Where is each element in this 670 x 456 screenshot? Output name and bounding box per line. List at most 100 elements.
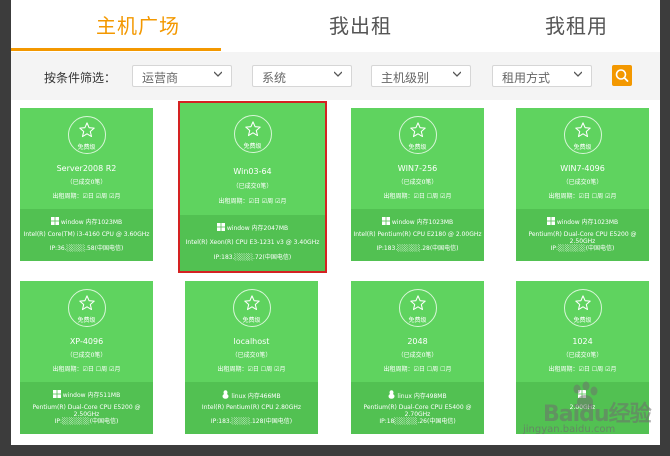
rented-count: （已成交0笔） xyxy=(231,352,272,359)
os-memory-text: linux 内存498MB xyxy=(397,393,447,400)
windows-icon xyxy=(381,217,390,225)
rented-count: （已成交0笔） xyxy=(397,352,438,359)
star-icon xyxy=(574,122,591,138)
chevron-down-icon xyxy=(574,71,582,77)
card-specs: window 内存2047MB Intel(R) Xeon(R) CPU E3-… xyxy=(180,215,325,271)
tier-badge-label: 免费级 xyxy=(77,317,96,324)
rented-count: （已成交0笔） xyxy=(66,352,107,359)
os-memory-text: linux 内存466MB xyxy=(231,393,281,400)
rent-mode-select-value: 租用方式 xyxy=(502,71,551,85)
carrier-select[interactable]: 运营商 xyxy=(132,65,232,87)
os-memory: window 内存1023MB xyxy=(20,217,153,226)
os-memory-text: window 内存511MB xyxy=(62,392,121,399)
os-memory: linux 内存498MB xyxy=(351,390,484,400)
chevron-down-icon xyxy=(453,71,461,77)
ip-address: IP:░░░░░░(中国电信) xyxy=(550,245,615,252)
rented-count: （已成交0笔） xyxy=(232,183,273,190)
card-header: 免费级 1024 （已成交0笔） 出租周期：☑日 ☐周 ☑月 xyxy=(516,281,649,382)
host-name: 2048 xyxy=(407,337,428,346)
cpu-info: Intel(R) Xeon(R) CPU E3-1231 v3 @ 3.40GH… xyxy=(185,239,320,246)
os-memory: window 内存2047MB xyxy=(180,223,325,232)
tier-badge-label: 免费级 xyxy=(408,144,427,151)
host-card[interactable]: 免费级 WIN7-256 （已成交0笔） 出租周期：☑日 ☐周 ☑月 windo… xyxy=(351,108,484,261)
ip-address: IP:183.░░░░.72(中国电信) xyxy=(213,254,292,261)
rent-period: 出租周期：☑日 ☐周 ☑月 xyxy=(383,193,452,200)
search-button[interactable] xyxy=(612,65,632,86)
tier-badge: 免费级 xyxy=(563,289,602,327)
rented-count: （已成交0笔） xyxy=(562,352,603,359)
tab-host-plaza[interactable]: 主机广场 xyxy=(96,10,180,39)
tab-my-rent-out[interactable]: 我出租 xyxy=(329,10,392,39)
card-specs: window 内存1023MB Pentium(R) Dual-Core CPU… xyxy=(516,209,649,261)
rented-count: （已成交0笔） xyxy=(66,179,107,186)
baidu-jingyan-watermark: Baidu经验 jingyan.baidu.com xyxy=(523,380,660,444)
card-specs: window 内存1023MB Intel(R) Pentium(R) CPU … xyxy=(351,209,484,261)
host-card[interactable]: 免费级 Server2008 R2 （已成交0笔） 出租周期：☑日 ☑周 ☑月 … xyxy=(20,108,153,261)
card-header: 免费级 localhost （已成交0笔） 出租周期：☑日 ☐周 ☑月 xyxy=(185,281,318,382)
ip-address: IP:18░░░░░.26(中国电信) xyxy=(379,418,456,425)
tier-badge-label: 免费级 xyxy=(573,317,592,324)
card-specs: window 内存1023MB Intel(R) Core(TM) i3-416… xyxy=(20,209,153,261)
tier-badge: 免费级 xyxy=(232,289,271,327)
rented-count: （已成交0笔） xyxy=(562,179,603,186)
star-icon xyxy=(243,295,260,311)
card-header: 免费级 Server2008 R2 （已成交0笔） 出租周期：☑日 ☑周 ☑月 xyxy=(20,108,153,209)
rent-period: 出租周期：☑日 ☐周 ☑月 xyxy=(548,193,617,200)
tier-badge-label: 免费级 xyxy=(243,143,262,150)
tier-badge-label: 免费级 xyxy=(77,144,96,151)
tier-badge: 免费级 xyxy=(398,289,437,327)
os-memory: window 内存511MB xyxy=(20,390,153,399)
rent-period: 出租周期：☑日 ☐周 ☑月 xyxy=(217,366,286,373)
rent-period: 出租周期：☑日 ☐周 ☑月 xyxy=(52,366,121,373)
watermark-url: jingyan.baidu.com xyxy=(523,424,616,435)
os-memory: linux 内存466MB xyxy=(185,390,318,400)
star-icon xyxy=(574,295,591,311)
host-name: XP-4096 xyxy=(69,337,104,346)
card-specs: linux 内存466MB Intel(R) Pentium(R) CPU 2.… xyxy=(185,382,318,434)
host-card[interactable]: 免费级 XP-4096 （已成交0笔） 出租周期：☑日 ☐周 ☑月 window… xyxy=(20,281,153,434)
filter-label: 按条件筛选： xyxy=(44,71,117,85)
tier-badge: 免费级 xyxy=(563,116,602,154)
system-select-value: 系统 xyxy=(262,71,287,85)
cpu-info: Intel(R) Pentium(R) CPU E2180 @ 2.00GHz xyxy=(353,231,482,238)
host-name: 1024 xyxy=(572,337,593,346)
rent-mode-select[interactable]: 租用方式 xyxy=(492,65,592,87)
host-card[interactable]: 免费级 WIN7-4096 （已成交0笔） 出租周期：☑日 ☐周 ☑月 wind… xyxy=(516,108,649,261)
host-card-selected[interactable]: 免费级 Win03-64 （已成交0笔） 出租周期：☑日 ☑周 ☑月 windo… xyxy=(178,101,327,273)
ip-address: IP:░░░░░░(中国电信) xyxy=(54,418,119,425)
tier-badge: 免费级 xyxy=(67,116,106,154)
os-memory: window 内存1023MB xyxy=(351,217,484,226)
card-specs: window 内存511MB Pentium(R) Dual-Core CPU … xyxy=(20,382,153,434)
host-name: localhost xyxy=(233,337,270,346)
host-level-select-value: 主机级别 xyxy=(381,71,430,85)
card-header: 免费级 2048 （已成交0笔） 出租周期：☑日 ☐周 ☐月 xyxy=(351,281,484,382)
card-header: 免费级 Win03-64 （已成交0笔） 出租周期：☑日 ☑周 ☑月 xyxy=(180,103,325,215)
carrier-select-value: 运营商 xyxy=(142,71,179,85)
card-header: 免费级 WIN7-256 （已成交0笔） 出租周期：☑日 ☐周 ☑月 xyxy=(351,108,484,209)
tier-badge: 免费级 xyxy=(67,289,106,327)
host-card[interactable]: 免费级 localhost （已成交0笔） 出租周期：☑日 ☐周 ☑月 linu… xyxy=(185,281,318,434)
host-level-select[interactable]: 主机级别 xyxy=(371,65,471,87)
host-name: WIN7-4096 xyxy=(560,164,605,173)
app-window: 主机广场 我出租 我租用 按条件筛选： 运营商 系统 主机级别 租用方式 免费级… xyxy=(11,0,660,445)
active-tab-indicator xyxy=(11,48,221,51)
star-icon xyxy=(409,295,426,311)
card-header: 免费级 WIN7-4096 （已成交0笔） 出租周期：☑日 ☐周 ☑月 xyxy=(516,108,649,209)
tab-bar: 主机广场 我出租 我租用 xyxy=(11,0,660,53)
linux-icon xyxy=(222,390,229,399)
os-memory-text: window 内存1023MB xyxy=(391,219,454,226)
os-memory-text: window 内存1023MB xyxy=(556,219,619,226)
host-name: Win03-64 xyxy=(233,167,272,176)
windows-icon xyxy=(50,217,59,225)
ip-address: IP:183.░░░░░.28(中国电信) xyxy=(376,245,459,252)
system-select[interactable]: 系统 xyxy=(252,65,352,87)
os-memory: window 内存1023MB xyxy=(516,217,649,226)
windows-icon xyxy=(216,223,225,231)
rent-period: 出租周期：☑日 ☐周 ☑月 xyxy=(548,366,617,373)
windows-icon xyxy=(546,217,555,225)
os-memory-text: window 内存1023MB xyxy=(60,219,123,226)
rented-count: （已成交0笔） xyxy=(397,179,438,186)
host-card[interactable]: 免费级 2048 （已成交0笔） 出租周期：☑日 ☐周 ☐月 linux 内存4… xyxy=(351,281,484,434)
tab-my-rented[interactable]: 我租用 xyxy=(545,10,608,39)
rent-period: 出租周期：☑日 ☑周 ☑月 xyxy=(52,193,121,200)
